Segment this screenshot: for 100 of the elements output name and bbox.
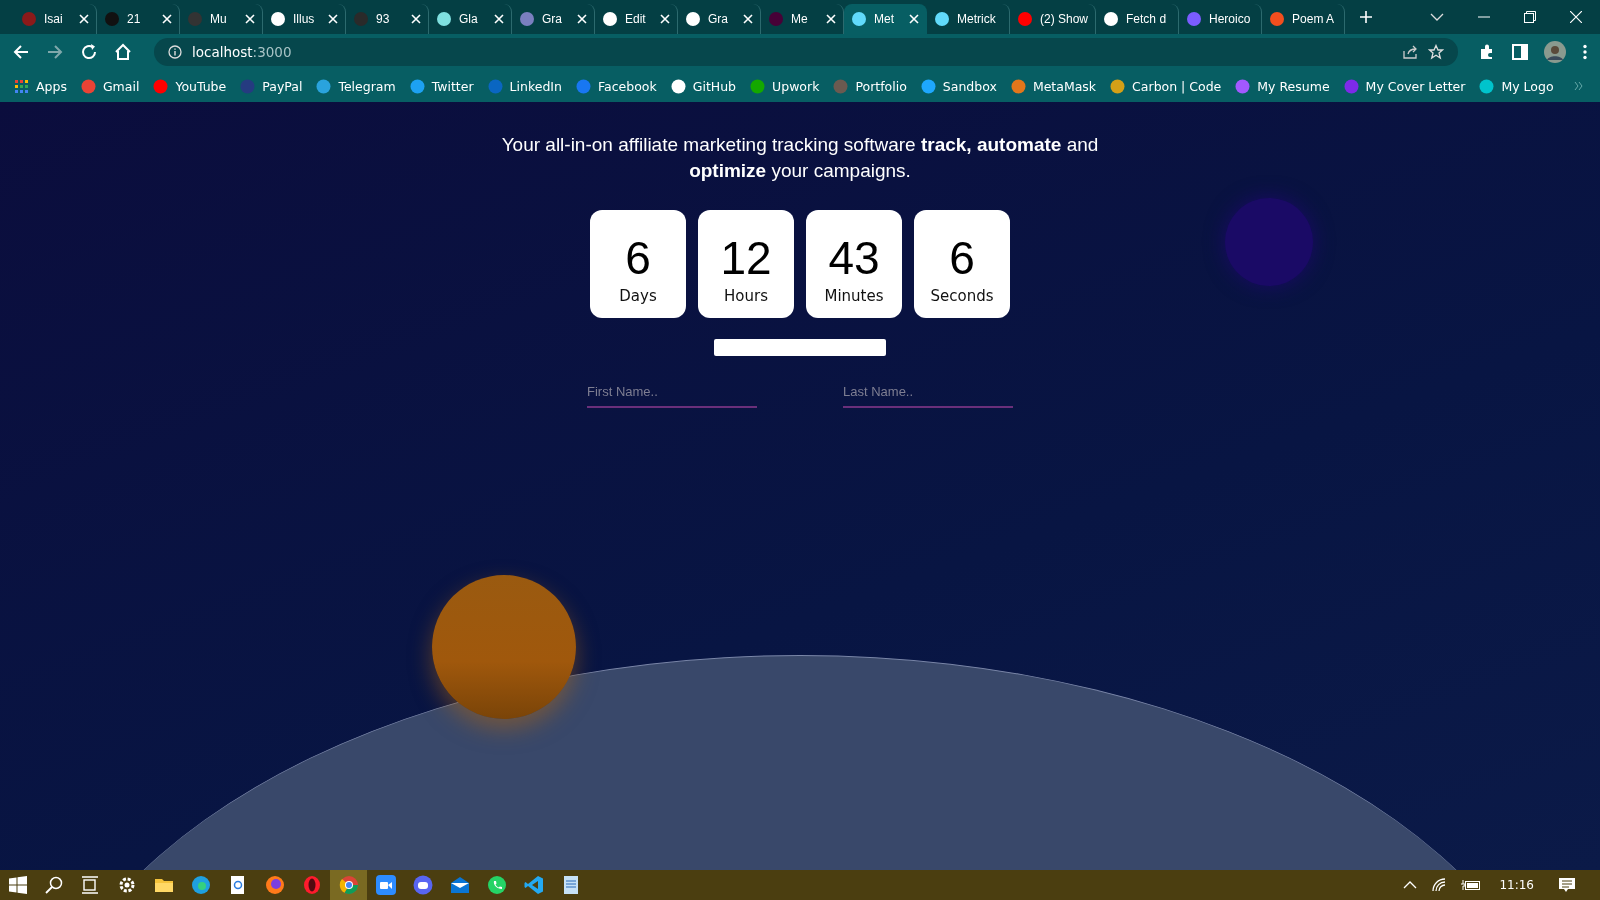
close-icon[interactable] xyxy=(245,14,255,24)
bookmark-link[interactable]: LinkedIn xyxy=(487,78,562,94)
site-icon xyxy=(768,11,784,27)
bookmark-link[interactable]: Carbon | Code xyxy=(1110,78,1222,94)
close-icon[interactable] xyxy=(328,14,338,24)
clock-text: 11:16 xyxy=(1499,878,1534,892)
close-icon[interactable] xyxy=(494,14,504,24)
chevron-up-icon[interactable] xyxy=(1403,881,1418,889)
site-icon xyxy=(1186,11,1203,27)
close-icon[interactable] xyxy=(1570,11,1582,23)
restore-icon[interactable] xyxy=(1524,11,1536,23)
site-icon xyxy=(851,11,867,27)
close-icon[interactable] xyxy=(909,14,919,24)
apps-grid-icon xyxy=(14,78,29,94)
site-icon xyxy=(519,11,535,27)
site-icon xyxy=(1017,11,1033,27)
site-icon xyxy=(436,11,452,27)
close-icon[interactable] xyxy=(79,14,89,24)
search-icon[interactable] xyxy=(45,876,63,894)
star-icon[interactable] xyxy=(1428,44,1444,60)
bookmark-link[interactable]: Apps xyxy=(14,78,67,94)
site-icon xyxy=(487,78,503,94)
browser-icon xyxy=(338,875,359,895)
site-icon xyxy=(104,11,120,27)
back-icon[interactable] xyxy=(12,43,30,61)
reload-icon[interactable] xyxy=(80,43,98,61)
site-icon xyxy=(670,78,686,94)
share-icon[interactable] xyxy=(1402,44,1418,60)
site-icon xyxy=(920,78,936,94)
address-bar[interactable]: localhost:3000 xyxy=(154,38,1458,66)
input-field[interactable]: First Name.. xyxy=(587,376,757,408)
site-icon xyxy=(240,78,256,94)
home-icon[interactable] xyxy=(114,43,132,61)
countdown-card: 43 Minutes xyxy=(806,210,902,318)
bookmark-link[interactable]: Portfolio xyxy=(833,78,907,94)
site-icon xyxy=(1269,11,1286,27)
code-editor-icon xyxy=(523,875,544,895)
chevron-down-icon[interactable] xyxy=(1430,12,1444,22)
close-icon[interactable] xyxy=(577,14,587,24)
bookmark-link[interactable]: PayPal xyxy=(240,78,303,94)
ring-icon xyxy=(301,875,322,895)
avatar-icon[interactable] xyxy=(1544,41,1566,63)
bookmark-link[interactable]: My Cover Letter xyxy=(1343,78,1466,94)
site-icon xyxy=(833,78,849,94)
countdown-card: 6 Seconds xyxy=(914,210,1010,318)
phone-chat-icon xyxy=(486,875,507,895)
wifi-icon[interactable] xyxy=(1431,878,1448,892)
sidebar-icon[interactable] xyxy=(1512,44,1528,60)
site-icon xyxy=(316,78,332,94)
site-icon xyxy=(1103,11,1120,27)
bookmark-link[interactable]: MetaMask xyxy=(1010,78,1097,94)
video-camera-icon xyxy=(375,875,396,895)
site-icon xyxy=(602,11,618,27)
bookmark-link[interactable]: YouTube xyxy=(153,78,227,94)
close-icon[interactable] xyxy=(826,14,836,24)
bookmark-link[interactable]: My Resume xyxy=(1235,78,1330,94)
close-icon[interactable] xyxy=(162,14,172,24)
site-icon xyxy=(576,78,591,94)
site-icon xyxy=(1479,78,1495,94)
new-tab-icon[interactable] xyxy=(1359,10,1374,24)
site-icon xyxy=(1110,78,1126,94)
site-icon xyxy=(153,78,169,94)
site-icon xyxy=(1235,78,1251,94)
close-icon[interactable] xyxy=(660,14,670,24)
countdown-card: 6 Days xyxy=(590,210,686,318)
site-icon xyxy=(934,11,950,27)
site-icon xyxy=(270,11,286,27)
bookmark-link[interactable]: Twitter xyxy=(409,78,474,94)
headline-text: Your all-in-on affiliate marketing tracking software track, automate and optimize your campaigns. xyxy=(500,133,1100,183)
site-icon xyxy=(409,78,425,94)
site-icon xyxy=(187,11,203,27)
bookmark-link[interactable]: My Logo xyxy=(1479,78,1554,94)
notification-icon[interactable] xyxy=(1558,877,1576,893)
site-icon xyxy=(1343,78,1359,94)
bookmark-link[interactable]: Telegram xyxy=(316,78,396,94)
info-icon[interactable] xyxy=(168,45,182,59)
bookmark-link[interactable]: GitHub xyxy=(670,78,737,94)
task-view-icon[interactable] xyxy=(81,876,99,894)
mail-icon xyxy=(449,875,470,895)
site-icon xyxy=(80,78,96,94)
browser-icon xyxy=(264,875,285,895)
chevron-right-icon[interactable] xyxy=(1574,81,1584,91)
countdown-card: 12 Hours xyxy=(698,210,794,318)
bookmark-link[interactable]: Sandbox xyxy=(920,78,997,94)
bookmark-link[interactable]: Upwork xyxy=(750,78,820,94)
forward-icon[interactable] xyxy=(46,43,64,61)
browser-icon xyxy=(190,875,211,895)
close-icon[interactable] xyxy=(411,14,421,24)
url-text: localhost:3000 xyxy=(192,44,292,60)
site-icon xyxy=(21,11,37,27)
site-icon xyxy=(353,11,369,27)
bookmark-link[interactable]: Gmail xyxy=(80,78,140,94)
battery-icon[interactable] xyxy=(1461,879,1482,891)
browser-tab[interactable]: Met xyxy=(844,4,927,34)
windows-start-icon[interactable] xyxy=(9,876,27,894)
input-field[interactable]: Last Name.. xyxy=(843,376,1013,408)
bookmark-link[interactable]: Facebook xyxy=(576,78,657,94)
close-icon[interactable] xyxy=(743,14,753,24)
chat-icon xyxy=(412,875,433,895)
menu-icon[interactable] xyxy=(1582,44,1588,60)
